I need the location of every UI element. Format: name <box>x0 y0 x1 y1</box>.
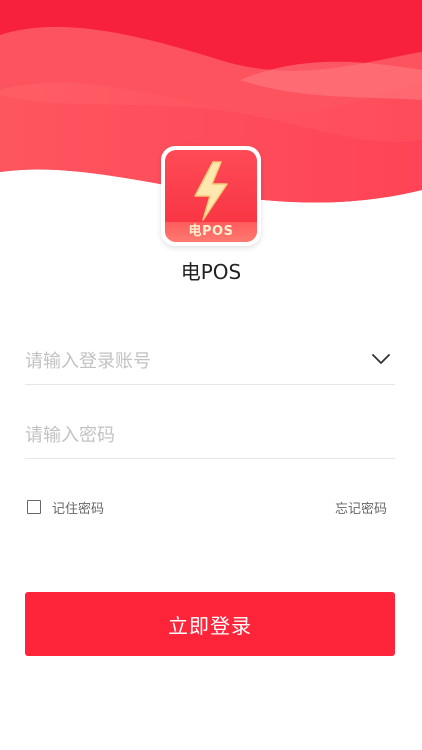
app-logo-tile: 电POS <box>165 150 257 242</box>
password-field <box>25 412 395 459</box>
app-logo: 电POS <box>161 146 261 246</box>
forgot-password-link[interactable]: 忘记密码 <box>335 498 387 517</box>
app-logo-badge: 电POS <box>165 222 257 242</box>
account-field <box>25 338 395 385</box>
chevron-down-icon[interactable] <box>371 352 391 366</box>
login-button[interactable]: 立即登录 <box>25 592 395 656</box>
login-options: 记住密码 忘记密码 <box>25 496 395 518</box>
remember-password-checkbox[interactable] <box>27 500 41 514</box>
remember-password-label[interactable]: 记住密码 <box>52 498 104 517</box>
app-name: 电POS <box>180 260 242 284</box>
password-input[interactable] <box>25 412 355 458</box>
account-input[interactable] <box>25 338 355 384</box>
